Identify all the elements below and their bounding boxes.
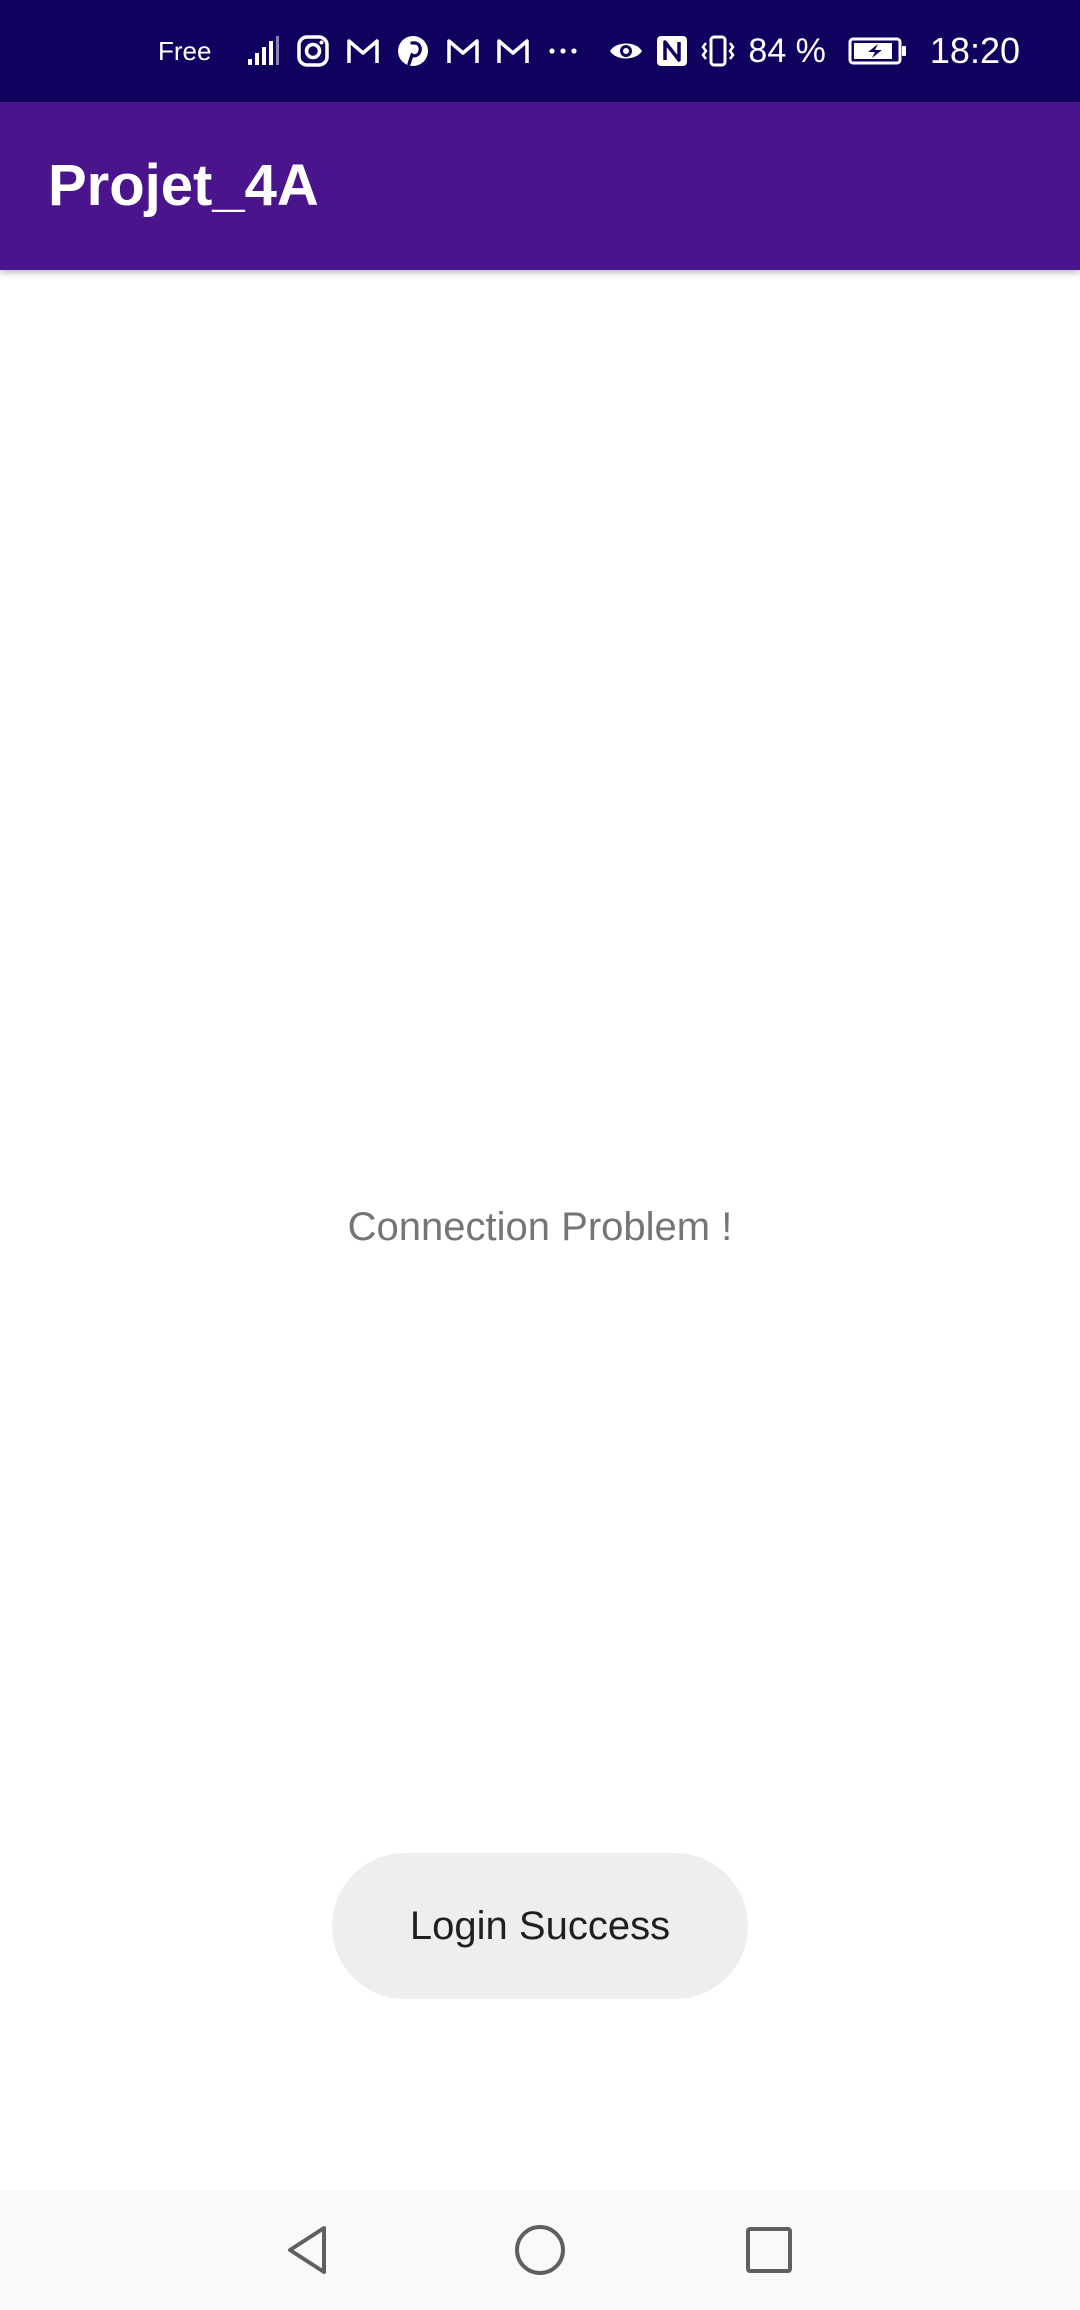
connection-status-message: Connection Problem !: [347, 1205, 733, 1249]
back-icon: [288, 2226, 326, 2274]
home-icon: [515, 2225, 565, 2275]
pinterest-icon: [395, 33, 431, 69]
instagram-icon: [295, 33, 331, 69]
gmail-icon: [345, 33, 381, 69]
clock: 18:20: [929, 30, 1020, 71]
app-title: Projet_4A: [48, 153, 319, 218]
signal-icon: [245, 33, 281, 69]
recents-button[interactable]: [729, 2210, 809, 2290]
vibrate-icon: [700, 33, 736, 69]
status-right: 84 % 18:20: [608, 0, 1020, 102]
app-bar: Projet_4A: [0, 102, 1080, 270]
toast-message: Login Success: [332, 1853, 748, 1999]
gmail-icon: [445, 33, 481, 69]
home-button[interactable]: [500, 2210, 580, 2290]
battery-charging-icon: [848, 33, 908, 69]
recents-icon: [746, 2227, 792, 2273]
gmail-icon: [495, 33, 531, 69]
back-button[interactable]: [268, 2210, 348, 2290]
more-notifications-icon: [545, 33, 581, 69]
status-bar: Free 84 % 18:20: [0, 0, 1080, 102]
screen: Free 84 % 18:20 Projet_4A Connection Pro…: [0, 0, 1080, 2310]
toast-text: Login Success: [409, 1903, 671, 1948]
battery-percent: 84 %: [748, 31, 826, 70]
status-left: Free: [158, 0, 581, 102]
carrier-label: Free: [158, 35, 212, 66]
nfc-icon: [654, 33, 690, 69]
eye-icon: [608, 33, 644, 69]
navigation-bar: [0, 2190, 1080, 2310]
